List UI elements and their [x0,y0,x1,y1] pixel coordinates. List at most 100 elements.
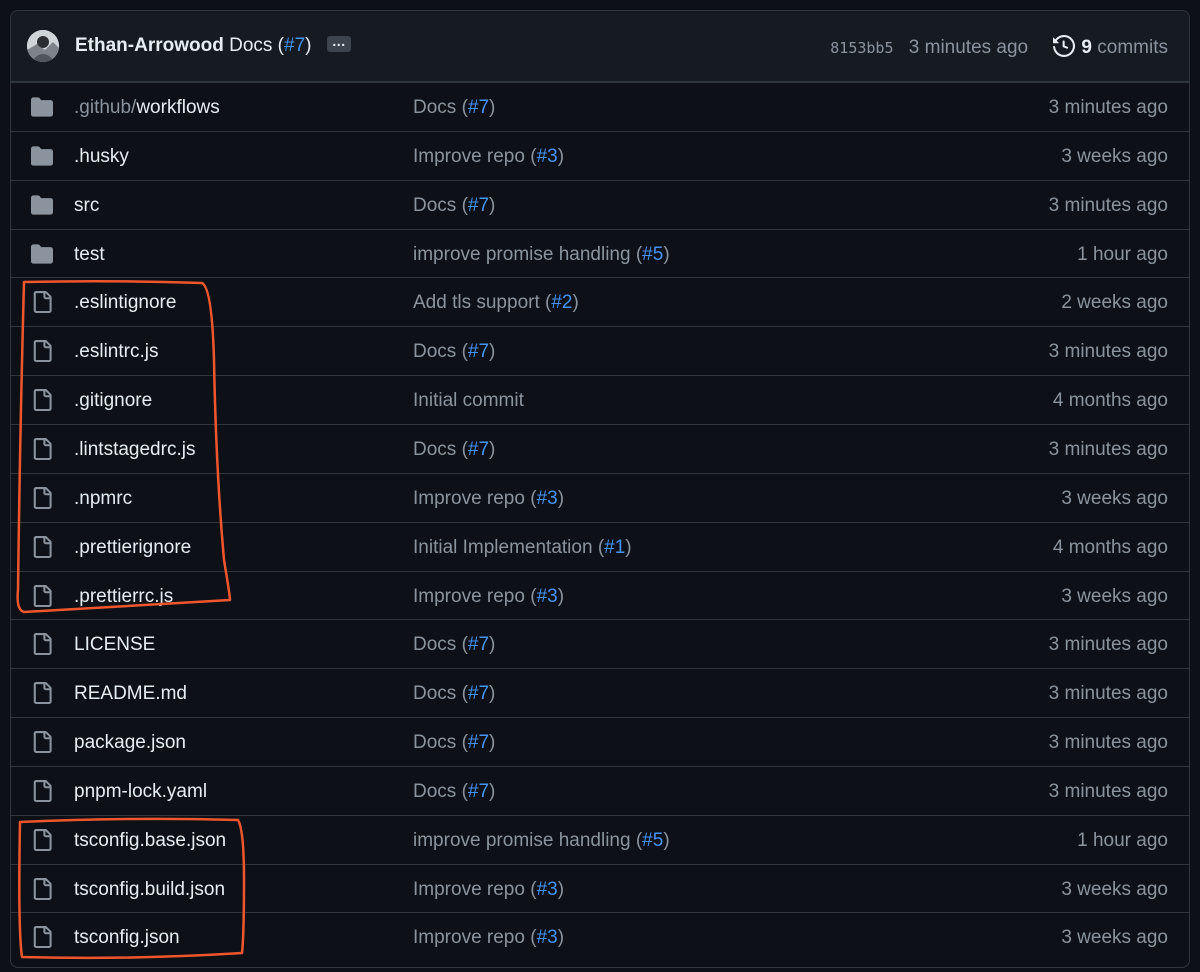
file-name[interactable]: .gitignore [74,390,152,411]
file-name[interactable]: .prettierignore [74,537,191,558]
file-name-link[interactable]: test [74,244,105,266]
pr-link[interactable]: #2 [551,292,572,313]
commit-message[interactable]: Docs [413,97,456,118]
commit-message-link[interactable]: Docs (#7) [413,439,495,461]
file-row[interactable]: tsconfig.build.json Improve repo (#3) 3 we… [11,863,1189,913]
pr-link[interactable]: #5 [642,244,663,265]
file-name-link[interactable]: .lintstagedrc.js [74,439,195,461]
file-name[interactable]: tsconfig.json [74,927,180,948]
commit-message[interactable]: Improve repo [413,879,525,900]
commit-message-link[interactable]: Docs (#7) [229,35,311,56]
commit-message[interactable]: Docs [413,732,456,753]
commit-message-link[interactable]: Docs (#7) [413,97,495,119]
file-name-link[interactable]: README.md [74,683,187,705]
expand-commit-message-button[interactable]: … [326,34,351,52]
commit-author-link[interactable]: Ethan-Arrowood [75,35,224,56]
commit-message[interactable]: Improve repo [413,146,525,167]
pr-link[interactable]: #7 [468,97,489,118]
file-name-link[interactable]: LICENSE [74,634,155,656]
pr-link[interactable]: #7 [468,195,489,216]
pr-link[interactable]: #7 [468,732,489,753]
file-row[interactable]: README.md Docs (#7) 3 minutes ago [11,668,1189,717]
commit-message-link[interactable]: Initial commit [413,390,524,412]
pr-link[interactable]: #7 [468,683,489,704]
file-row[interactable]: .prettierignore Initial Implementation (#… [11,521,1189,571]
commit-message-link[interactable]: Add tls support (#2) [413,292,579,314]
pr-link[interactable]: #7 [468,341,489,362]
file-row[interactable]: src Docs (#7) 3 minutes ago [11,179,1189,229]
commit-message[interactable]: improve promise handling [413,244,631,265]
commit-message[interactable]: Improve repo [413,488,525,509]
file-name-link[interactable]: tsconfig.build.json [74,879,225,901]
commit-message-link[interactable]: Docs (#7) [413,634,495,656]
file-name-link[interactable]: .github/workflows [74,97,220,119]
commit-message[interactable]: Docs [413,781,456,802]
file-name-link[interactable]: .eslintignore [74,292,176,314]
commit-message-link[interactable]: Docs (#7) [413,683,495,705]
commit-message-link[interactable]: Improve repo (#3) [413,586,564,608]
file-name-link[interactable]: .gitignore [74,390,152,412]
commit-message[interactable]: Docs [413,195,456,216]
file-name[interactable]: README.md [74,683,187,704]
file-name[interactable]: tsconfig.base.json [74,830,226,851]
commit-message[interactable]: Initial Implementation [413,537,593,558]
commit-sha-link[interactable]: 8153bb5 [830,39,893,57]
commit-pr-link[interactable]: #7 [284,35,305,56]
file-name[interactable]: .eslintrc.js [74,341,158,362]
file-name-link[interactable]: .prettierignore [74,537,191,559]
file-name[interactable]: test [74,244,105,265]
file-row[interactable]: tsconfig.json Improve repo (#3) 3 weeks ag… [11,912,1189,961]
commit-message-link[interactable]: Docs (#7) [413,195,495,217]
file-row[interactable]: pnpm-lock.yaml Docs (#7) 3 minutes ago [11,765,1189,815]
pr-link[interactable]: #3 [537,927,558,948]
pr-link[interactable]: #5 [642,830,663,851]
file-name-link[interactable]: src [74,195,99,217]
file-row[interactable]: .prettierrc.js Improve repo (#3) 3 weeks a… [11,570,1189,620]
file-row[interactable]: package.json Docs (#7) 3 minutes ago [11,717,1189,766]
file-row[interactable]: LICENSE Docs (#7) 3 minutes ago [11,619,1189,668]
pr-link[interactable]: #3 [537,488,558,509]
commit-message-link[interactable]: improve promise handling (#5) [413,830,670,852]
file-name[interactable]: .lintstagedrc.js [74,439,195,460]
commit-message[interactable]: Docs [413,439,456,460]
file-name[interactable]: src [74,195,99,216]
file-name[interactable]: .npmrc [74,488,132,509]
commit-message[interactable]: Add tls support [413,292,540,313]
commit-message-link[interactable]: Docs (#7) [413,341,495,363]
pr-link[interactable]: #3 [537,146,558,167]
commit-message-link[interactable]: Improve repo (#3) [413,488,564,510]
commit-message[interactable]: Docs [413,341,456,362]
file-row[interactable]: test improve promise handling (#5) 1 hour … [11,228,1189,278]
avatar[interactable] [27,30,59,62]
commit-message[interactable]: Improve repo [413,927,525,948]
file-name-link[interactable]: .eslintrc.js [74,341,158,363]
file-row[interactable]: .husky Improve repo (#3) 3 weeks ago [11,130,1189,180]
file-row[interactable]: .eslintrc.js Docs (#7) 3 minutes ago [11,326,1189,375]
commit-message[interactable]: Docs [413,634,456,655]
file-name-link[interactable]: pnpm-lock.yaml [74,781,207,803]
file-name-link[interactable]: .prettierrc.js [74,586,173,608]
file-row[interactable]: tsconfig.base.json improve promise handli… [11,814,1189,864]
pr-link[interactable]: #1 [604,537,625,558]
file-name-link[interactable]: tsconfig.base.json [74,830,226,852]
file-name[interactable]: .husky [74,146,129,167]
file-name[interactable]: .prettierrc.js [74,586,173,607]
file-name-link[interactable]: package.json [74,732,186,754]
file-row[interactable]: .github/workflows Docs (#7) 3 minutes ago [11,82,1189,131]
pr-link[interactable]: #7 [468,781,489,802]
pr-link[interactable]: #3 [537,879,558,900]
file-name[interactable]: .eslintignore [74,292,176,313]
commit-history-link[interactable]: 9 commits [1053,35,1168,58]
file-name[interactable]: package.json [74,732,186,753]
commit-message-link[interactable]: Improve repo (#3) [413,879,564,901]
commit-message-link[interactable]: Improve repo (#3) [413,146,564,168]
commit-message[interactable]: Improve repo [413,586,525,607]
pr-link[interactable]: #7 [468,439,489,460]
file-row[interactable]: .lintstagedrc.js Docs (#7) 3 minutes ago [11,423,1189,473]
pr-link[interactable]: #7 [468,634,489,655]
file-path-prefix[interactable]: .github/ [74,97,136,118]
commit-message-link[interactable]: Initial Implementation (#1) [413,537,632,559]
file-row[interactable]: .eslintignore Add tls support (#2) 2 weeks… [11,277,1189,326]
file-name[interactable]: tsconfig.build.json [74,879,225,900]
commit-message-link[interactable]: improve promise handling (#5) [413,244,670,266]
